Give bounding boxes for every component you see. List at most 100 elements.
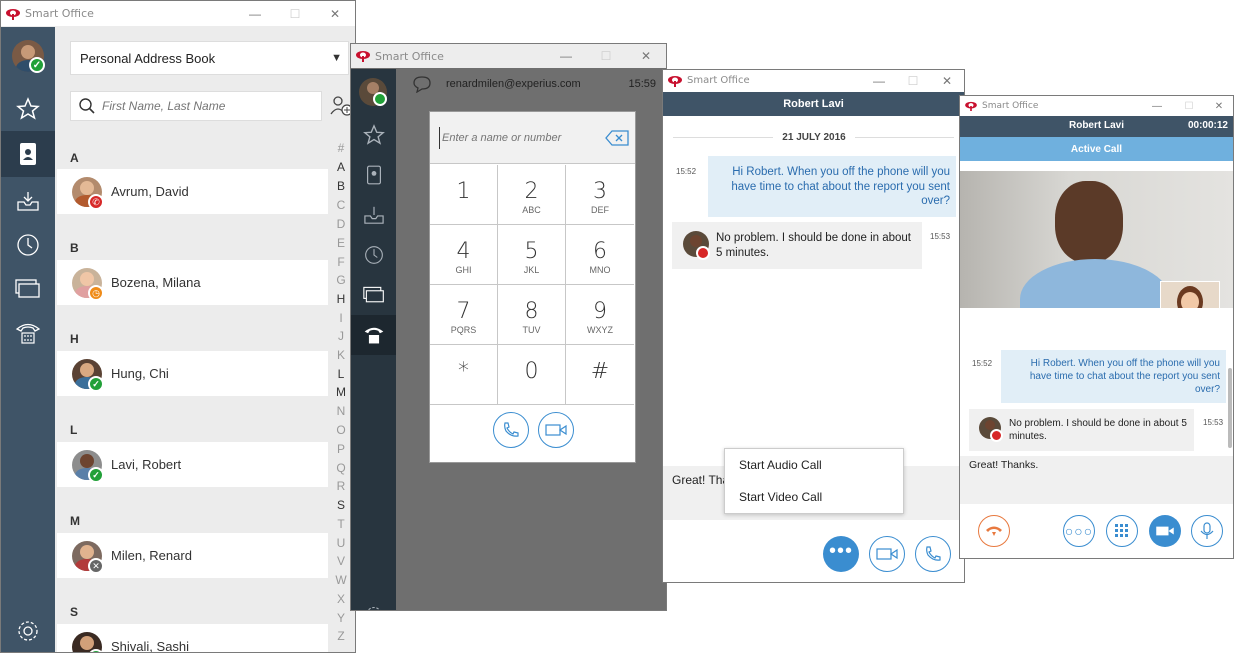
section-letter: L [70, 423, 78, 437]
alphabet-letter[interactable]: F [332, 255, 350, 269]
history-clock-icon[interactable] [351, 235, 396, 275]
dial-key-hash[interactable]: # [566, 345, 634, 405]
alphabet-letter[interactable]: P [332, 442, 350, 456]
video-call-button[interactable] [869, 536, 905, 572]
video-call-button[interactable] [538, 412, 574, 448]
settings-gear-icon[interactable] [1, 611, 55, 651]
alphabet-letter[interactable]: R [332, 479, 350, 493]
dial-key-7[interactable]: 7 PQRS [430, 285, 498, 345]
contact-row[interactable]: ◷ Bozena, Milana [57, 260, 328, 305]
alphabet-letter[interactable]: M [332, 385, 350, 399]
alphabet-letter[interactable]: D [332, 217, 350, 231]
maximize-button[interactable]: ☐ [1173, 101, 1205, 112]
minimize-button[interactable]: — [862, 74, 896, 88]
search-box[interactable] [70, 91, 322, 121]
dial-key-0[interactable]: 0 [498, 345, 566, 405]
alphabet-letter[interactable]: K [332, 348, 350, 362]
alphabet-letter[interactable]: G [332, 273, 350, 287]
dial-key-6[interactable]: 6 MNO [566, 225, 634, 285]
minimize-button[interactable]: — [235, 7, 275, 21]
alphabet-letter[interactable]: S [332, 498, 350, 512]
alphabet-letter[interactable]: C [332, 198, 350, 212]
start-video-call-menu-item[interactable]: Start Video Call [739, 490, 822, 504]
alphabet-letter[interactable]: N [332, 404, 350, 418]
inbox-icon[interactable] [351, 195, 396, 235]
offline-status-icon: ✕ [88, 558, 104, 574]
dial-key-2[interactable]: 2 ABC [498, 165, 566, 225]
contacts-book-icon[interactable] [1, 131, 55, 177]
profile-avatar[interactable]: ✓ [11, 39, 45, 73]
alphabet-letter[interactable]: O [332, 423, 350, 437]
audio-call-button[interactable] [915, 536, 951, 572]
close-button[interactable]: ✕ [315, 7, 355, 21]
alphabet-letter[interactable]: H [332, 292, 350, 306]
dialpad-button[interactable] [1106, 515, 1138, 547]
dial-key-9[interactable]: 9 WXYZ [566, 285, 634, 345]
conference-icon[interactable] [351, 275, 396, 315]
video-toggle-button[interactable] [1149, 515, 1181, 547]
dial-key-1[interactable]: 1 [430, 165, 498, 225]
alphabet-letter[interactable]: A [332, 160, 350, 174]
audio-call-button[interactable] [493, 412, 529, 448]
hang-up-button[interactable] [978, 515, 1010, 547]
alphabet-letter[interactable]: Z [332, 629, 350, 643]
minimize-button[interactable]: — [546, 49, 586, 63]
contact-row[interactable]: ✕ Milen, Renard [57, 533, 328, 578]
contact-row[interactable]: ✓ Lavi, Robert [57, 442, 328, 487]
backspace-icon[interactable] [605, 129, 629, 146]
number-input-box[interactable] [430, 112, 635, 164]
number-input[interactable] [442, 131, 602, 144]
close-button[interactable]: ✕ [930, 74, 964, 88]
contacts-book-icon[interactable] [351, 155, 396, 195]
alphabet-letter[interactable]: E [332, 236, 350, 250]
contact-row[interactable]: Shivali, Sashi [57, 624, 328, 652]
contact-row[interactable]: ✆ Avrum, David [57, 169, 328, 214]
dial-key-4[interactable]: 4 GHI [430, 225, 498, 285]
message-composer[interactable]: Great! Thanks. [960, 456, 1233, 504]
alphabet-letter[interactable]: V [332, 554, 350, 568]
alphabet-letter[interactable]: Y [332, 611, 350, 625]
profile-avatar[interactable] [358, 77, 388, 107]
dial-key-3[interactable]: 3 DEF [566, 165, 634, 225]
address-book-selector[interactable]: Personal Address Book ▼ [70, 41, 349, 75]
alphabet-letter[interactable]: # [332, 141, 350, 155]
mute-microphone-button[interactable] [1191, 515, 1223, 547]
contact-row[interactable]: ✓ Hung, Chi [57, 351, 328, 396]
inbox-icon[interactable] [1, 179, 55, 223]
alphabet-letter[interactable]: J [332, 329, 350, 343]
alphabet-letter[interactable]: W [332, 573, 350, 587]
start-audio-call-menu-item[interactable]: Start Audio Call [739, 458, 822, 472]
close-button[interactable]: ✕ [626, 49, 666, 63]
alphabet-letter[interactable]: U [332, 536, 350, 550]
maximize-button[interactable]: ☐ [275, 7, 315, 21]
favorites-star-icon[interactable] [351, 115, 396, 155]
more-options-button[interactable]: ••• [823, 536, 859, 572]
dial-key-5[interactable]: 5 JKL [498, 225, 566, 285]
dial-key-star[interactable]: * [430, 345, 498, 405]
alphabet-letter[interactable]: B [332, 179, 350, 193]
maximize-button[interactable]: ☐ [896, 74, 930, 88]
favorites-star-icon[interactable] [1, 87, 55, 131]
maximize-button[interactable]: ☐ [586, 49, 626, 63]
alphabet-letter[interactable]: T [332, 517, 350, 531]
search-input[interactable] [102, 99, 312, 113]
minimize-button[interactable]: — [1141, 101, 1173, 112]
alphabet-letter[interactable]: X [332, 592, 350, 606]
more-options-button[interactable]: ○○○ [1063, 515, 1095, 547]
more-dots-icon: ••• [828, 540, 853, 562]
online-status-icon: ✓ [88, 467, 104, 483]
close-button[interactable]: ✕ [1205, 101, 1233, 112]
alphabet-letter[interactable]: Q [332, 461, 350, 475]
chat-bubble-icon[interactable] [412, 75, 432, 93]
settings-gear-icon[interactable] [351, 597, 396, 610]
dialpad-phone-icon[interactable] [1, 311, 55, 355]
conference-icon[interactable] [1, 267, 55, 311]
history-clock-icon[interactable] [1, 223, 55, 267]
scrollbar[interactable] [1228, 368, 1232, 448]
dialpad-grid-icon [1115, 524, 1128, 537]
alphabet-letter[interactable]: I [332, 311, 350, 325]
alphabet-letter[interactable]: L [332, 367, 350, 381]
dial-key-8[interactable]: 8 TUV [498, 285, 566, 345]
dialpad-phone-icon[interactable] [351, 315, 396, 355]
contact-name: Milen, Renard [111, 548, 192, 563]
